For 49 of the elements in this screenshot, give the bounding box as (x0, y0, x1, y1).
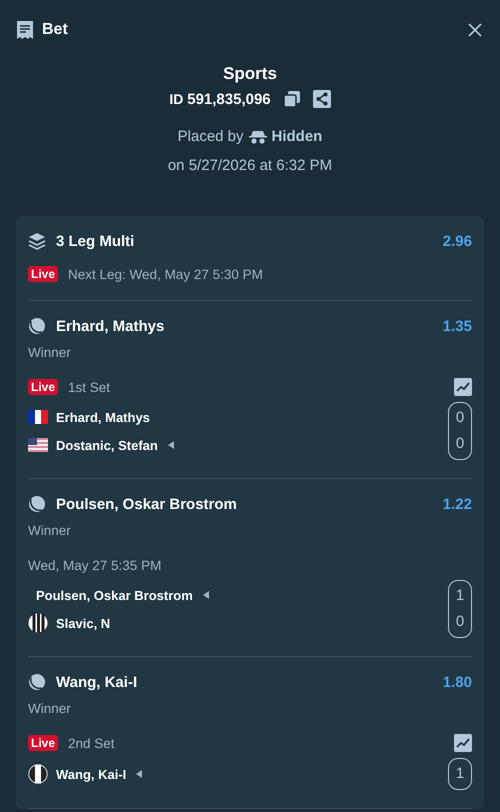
stats-button[interactable] (454, 734, 472, 752)
market-name: Winner (28, 523, 72, 538)
selection-odds: 1.35 (442, 318, 472, 334)
bet-category: Sports (223, 64, 277, 84)
selection-name: Erhard, Mathys (56, 318, 166, 334)
flag-icon (28, 410, 48, 424)
incognito-icon (248, 130, 267, 144)
dialog-title: Bet (42, 21, 68, 39)
live-badge: Live (28, 266, 58, 282)
competitor-name: Slavic, N (56, 616, 110, 630)
jersey-icon (28, 613, 48, 633)
score: 0 (456, 408, 464, 428)
score: 0 (456, 434, 464, 454)
tennis-ball-icon (28, 673, 46, 691)
competitor-name: Wang, Kai-I (56, 766, 126, 782)
competitor-name: Erhard, Mathys (56, 410, 150, 424)
selection-odds: 1.22 (442, 496, 472, 512)
bet-id: ID 591,835,096 (169, 90, 271, 108)
share-button[interactable] (312, 90, 331, 108)
placed-by-user: Hidden (272, 128, 322, 145)
market-name: Winner (28, 345, 72, 360)
close-button[interactable] (466, 21, 484, 39)
jersey-icon (28, 764, 48, 784)
live-badge: Live (28, 735, 58, 751)
next-leg-time: Next Leg: Wed, May 27 5:30 PM (68, 266, 263, 282)
competitor-name: Poulsen, Oskar Brostrom (36, 588, 193, 602)
score: 0 (456, 612, 464, 632)
tennis-ball-icon (28, 495, 46, 513)
flag-icon (28, 438, 48, 452)
competitor-name: Dostanic, Stefan (56, 438, 158, 452)
bet-type: 3 Leg Multi (56, 232, 136, 250)
stats-button[interactable] (454, 378, 472, 396)
match-status: Wed, May 27 5:35 PM (28, 558, 162, 572)
selection-name: Poulsen, Oskar Brostrom (56, 496, 238, 512)
placed-by-label: Placed by (178, 128, 244, 145)
score: 1 (456, 764, 464, 784)
receipt-icon (16, 20, 34, 40)
live-badge: Live (28, 379, 58, 395)
tennis-ball-icon (28, 317, 46, 335)
placed-date: on 5/27/2026 at 6:32 PM (168, 157, 332, 174)
score: 1 (456, 586, 464, 606)
selection-odds: 1.80 (442, 674, 472, 690)
match-status: 1st Set (68, 380, 110, 394)
selection-name: Wang, Kai-I (56, 674, 138, 690)
copy-button[interactable] (282, 90, 301, 108)
match-status: 2nd Set (68, 736, 115, 750)
market-name: Winner (28, 701, 72, 716)
layers-icon (28, 232, 46, 250)
total-odds: 2.96 (442, 232, 472, 250)
